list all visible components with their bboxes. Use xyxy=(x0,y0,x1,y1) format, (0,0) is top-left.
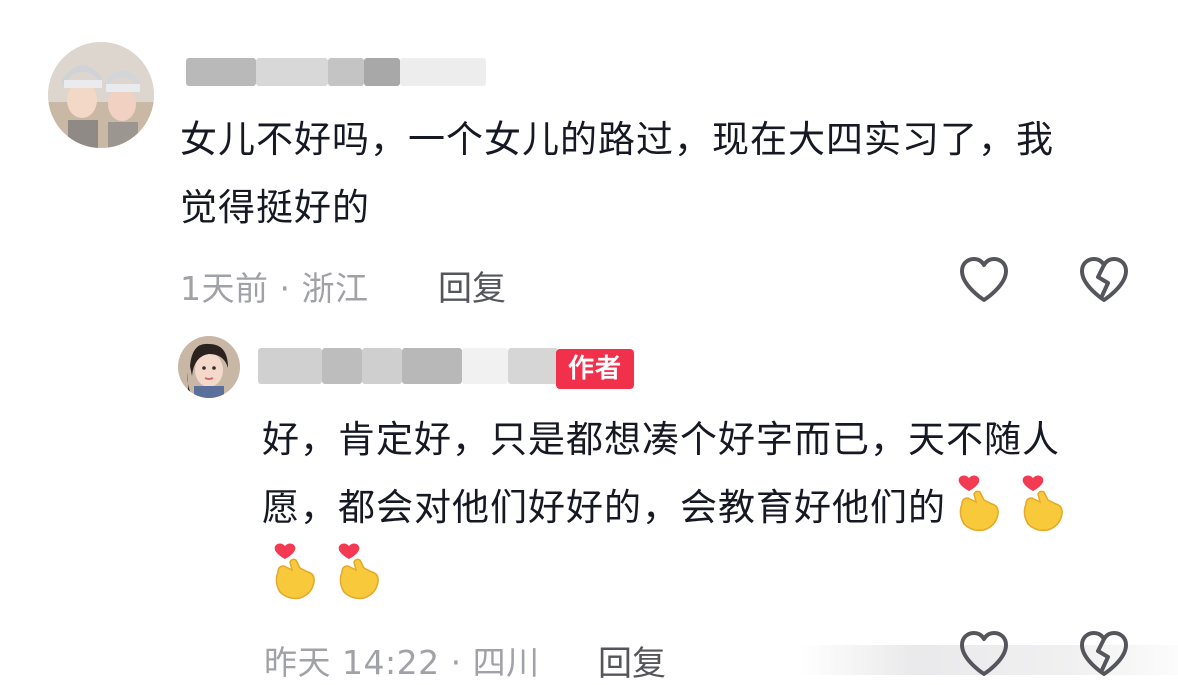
reply-meta: 昨天 14:22 · 四川 xyxy=(264,636,540,684)
commenter-username-blurred[interactable] xyxy=(186,58,486,86)
author-badge: 作者 xyxy=(556,349,634,389)
finger-heart-emoji xyxy=(952,474,1004,532)
heart-outline-icon[interactable] xyxy=(958,256,1010,304)
reply-time: 昨天 14:22 xyxy=(264,643,440,682)
finger-heart-emoji xyxy=(268,542,320,600)
reply-text: 好，肯定好，只是都想凑个好字而已，天不随人愿，都会对他们好好的，会教育好他们的 xyxy=(262,418,1060,529)
commenter-avatar[interactable] xyxy=(48,42,154,148)
reply-location: 四川 xyxy=(472,643,540,682)
reply-button[interactable]: 回复 xyxy=(438,261,506,310)
author-username-blurred[interactable] xyxy=(258,348,558,384)
avatar-photo xyxy=(178,336,240,398)
finger-heart-emoji xyxy=(1016,474,1068,532)
comment-time: 1天前 xyxy=(180,269,269,308)
reply-button[interactable]: 回复 xyxy=(598,636,666,685)
meta-separator: · xyxy=(450,643,462,682)
author-avatar[interactable] xyxy=(178,336,240,398)
meta-separator: · xyxy=(279,269,291,308)
comment-meta: 1天前 · 浙江 xyxy=(180,262,369,310)
reply-text-block: 好，肯定好，只是都想凑个好字而已，天不随人愿，都会对他们好好的，会教育好他们的 xyxy=(262,406,1122,610)
avatar-photo xyxy=(48,42,154,148)
finger-heart-emoji xyxy=(332,542,384,600)
comment-text: 女儿不好吗，一个女儿的路过，现在大四实习了，我觉得挺好的 xyxy=(180,118,1054,229)
heart-outline-icon[interactable] xyxy=(958,630,1010,678)
comment-location: 浙江 xyxy=(301,269,369,308)
broken-heart-icon[interactable] xyxy=(1078,630,1130,678)
broken-heart-icon[interactable] xyxy=(1078,256,1130,304)
